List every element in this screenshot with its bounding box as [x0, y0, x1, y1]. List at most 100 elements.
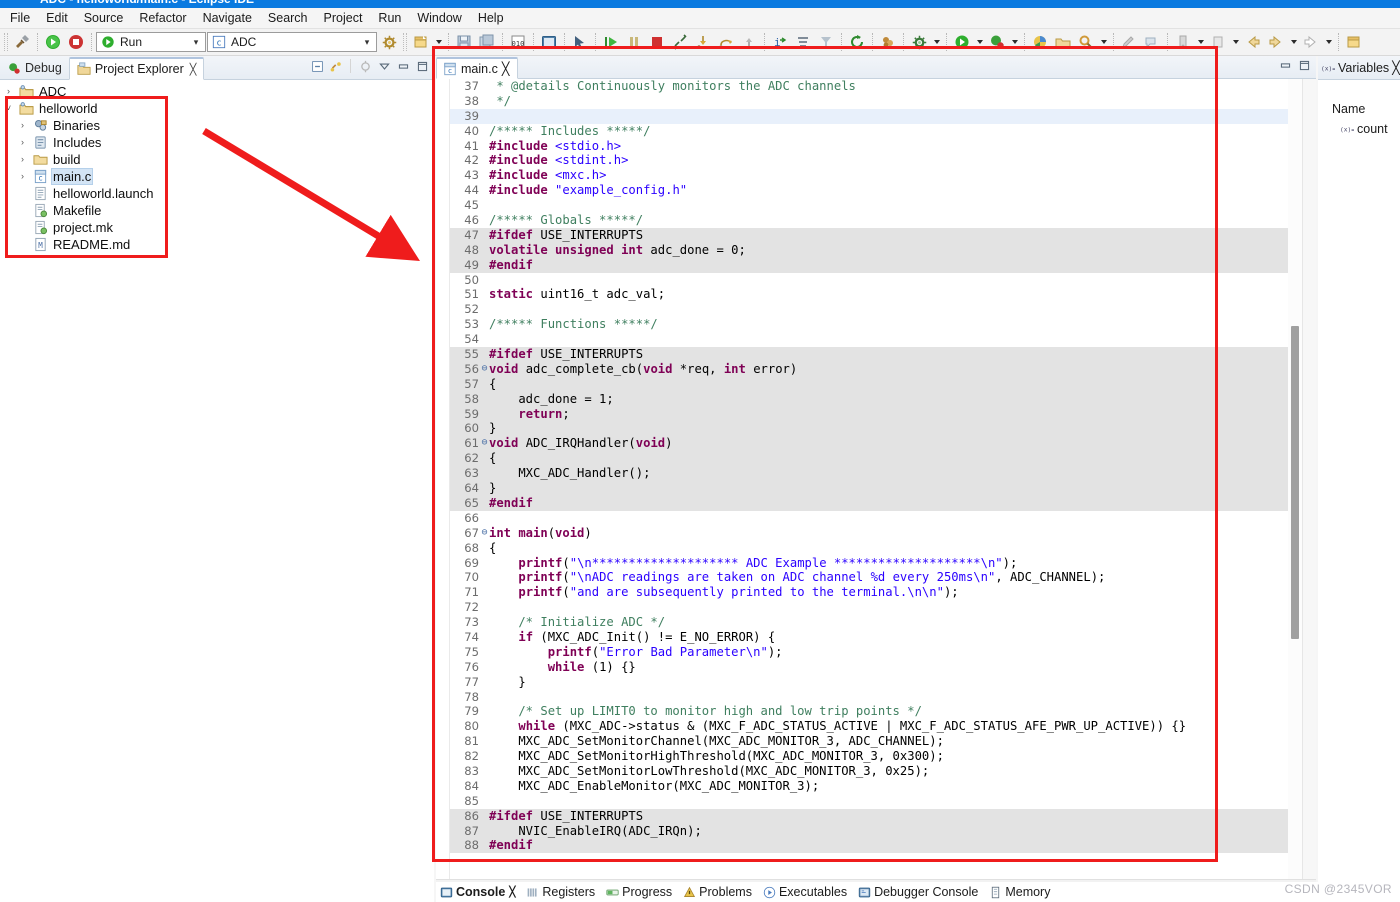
launch-config-combo[interactable]: Run ▾: [96, 32, 206, 52]
terminate-button[interactable]: [646, 31, 668, 53]
code-line[interactable]: 41 #include <stdio.h>: [450, 139, 1288, 154]
chevron-right-icon[interactable]: ›: [16, 155, 29, 164]
code-line[interactable]: 71 printf("and are subsequently printed …: [450, 585, 1288, 600]
source-lines[interactable]: 37 * @details Continuously monitors the …: [450, 79, 1288, 879]
preferences-dropdown-icon[interactable]: [931, 31, 942, 53]
resume-button[interactable]: [600, 31, 622, 53]
new-file-dropdown-icon[interactable]: [433, 31, 444, 53]
close-icon[interactable]: ╳: [190, 63, 197, 76]
code-line[interactable]: 86 #ifdef USE_INTERRUPTS: [450, 808, 1288, 824]
code-line[interactable]: 72: [450, 600, 1288, 615]
tab-debug[interactable]: Debug: [0, 56, 69, 79]
tree-item-adc[interactable]: › ADC: [0, 83, 434, 100]
maximize-icon[interactable]: [414, 58, 430, 74]
save-button[interactable]: [453, 31, 475, 53]
code-line[interactable]: 64}: [450, 481, 1288, 496]
debug-as-dropdown-icon[interactable]: [1009, 31, 1020, 53]
code-line[interactable]: 53 /***** Functions *****/: [450, 317, 1288, 332]
menu-item-search[interactable]: Search: [260, 9, 316, 27]
marker-gutter[interactable]: [436, 79, 450, 879]
memory-button[interactable]: [877, 31, 899, 53]
code-area[interactable]: 37 * @details Continuously monitors the …: [436, 79, 1316, 879]
code-line[interactable]: 65 #endif: [450, 495, 1288, 511]
scrollbar-thumb[interactable]: [1291, 326, 1299, 639]
minimize-icon[interactable]: [395, 58, 411, 74]
code-line[interactable]: 81 MXC_ADC_SetMonitorChannel(MXC_ADC_MON…: [450, 734, 1288, 749]
back-button[interactable]: [1242, 31, 1264, 53]
code-line[interactable]: 42 #include <stdint.h>: [450, 153, 1288, 168]
step-return-button[interactable]: [738, 31, 760, 53]
menu-item-help[interactable]: Help: [470, 9, 512, 27]
pencil-icon[interactable]: [1118, 31, 1140, 53]
next-annotation-button[interactable]: [1300, 31, 1322, 53]
code-line[interactable]: 58 adc_done = 1;: [450, 391, 1288, 407]
code-line[interactable]: 56 ⊖ void adc_complete_cb(void *req, int e…: [450, 361, 1288, 377]
code-line[interactable]: 51 static uint16_t adc_val;: [450, 287, 1288, 302]
code-line[interactable]: 74 if (MXC_ADC_Init() != E_NO_ERROR) {: [450, 630, 1288, 645]
menu-item-project[interactable]: Project: [316, 9, 371, 27]
code-line[interactable]: 46 /***** Globals *****/: [450, 213, 1288, 228]
code-line[interactable]: 37 * @details Continuously monitors the …: [450, 79, 1288, 94]
code-line[interactable]: 47 #ifdef USE_INTERRUPTS: [450, 227, 1288, 243]
code-line[interactable]: 87 NVIC_EnableIRQ(ADC_IRQn);: [450, 823, 1288, 839]
code-line[interactable]: 80 while (MXC_ADC->status & (MXC_F_ADC_S…: [450, 719, 1288, 734]
chevron-down-icon[interactable]: ▾: [189, 37, 203, 48]
bottom-tab-console[interactable]: Console ╳: [436, 885, 522, 899]
chevron-right-icon[interactable]: ›: [16, 121, 29, 130]
code-line[interactable]: 85: [450, 794, 1288, 809]
new-file-button[interactable]: [410, 31, 432, 53]
code-line[interactable]: 88 #endif: [450, 838, 1288, 854]
code-line[interactable]: 76 while (1) {}: [450, 660, 1288, 675]
menu-item-refactor[interactable]: Refactor: [131, 9, 194, 27]
menu-item-source[interactable]: Source: [76, 9, 132, 27]
step-over-button[interactable]: [715, 31, 737, 53]
close-icon[interactable]: ╳: [1392, 60, 1400, 75]
maximize-icon[interactable]: [1298, 59, 1311, 75]
overview-ruler[interactable]: [1302, 79, 1316, 879]
tree-item-helloworld[interactable]: ˅ helloworld: [0, 100, 434, 117]
code-line[interactable]: 75 printf("Error Bad Parameter\n");: [450, 645, 1288, 660]
code-line[interactable]: 61 ⊖ void ADC_IRQHandler(void): [450, 436, 1288, 452]
bookmark-icon[interactable]: [1172, 31, 1194, 53]
code-line[interactable]: 66: [450, 511, 1288, 526]
back-dropdown-icon[interactable]: [1288, 31, 1299, 53]
code-line[interactable]: 57 {: [450, 376, 1288, 392]
code-line[interactable]: 60}: [450, 421, 1288, 437]
build-all-button[interactable]: 010: [507, 31, 529, 53]
code-line[interactable]: 83 MXC_ADC_SetMonitorLowThreshold(MXC_AD…: [450, 764, 1288, 779]
fold-toggle-icon[interactable]: ⊖: [480, 526, 489, 541]
fold-toggle-icon[interactable]: ⊖: [480, 436, 489, 451]
suspend-button[interactable]: [623, 31, 645, 53]
disconnect-button[interactable]: [669, 31, 691, 53]
code-line[interactable]: 40 /***** Includes *****/: [450, 124, 1288, 139]
save-all-button[interactable]: [476, 31, 498, 53]
chevron-right-icon[interactable]: ›: [16, 172, 29, 181]
code-line[interactable]: 84 MXC_ADC_EnableMonitor(MXC_ADC_MONITOR…: [450, 779, 1288, 794]
last-edit-dropdown-icon[interactable]: [1230, 31, 1241, 53]
open-perspective-button[interactable]: [1029, 31, 1051, 53]
run-as-button[interactable]: [951, 31, 973, 53]
search-dropdown-icon[interactable]: [1098, 31, 1109, 53]
code-line[interactable]: 73 /* Initialize ADC */: [450, 615, 1288, 630]
code-line[interactable]: 78: [450, 690, 1288, 705]
minimize-icon[interactable]: [1279, 59, 1292, 75]
code-line[interactable]: 48 volatile unsigned int adc_done = 0;: [450, 242, 1288, 258]
menu-item-window[interactable]: Window: [409, 9, 469, 27]
code-line[interactable]: 70 printf("\nADC readings are taken on A…: [450, 570, 1288, 585]
stop-button[interactable]: [65, 31, 87, 53]
toolbar-grip[interactable]: [4, 33, 8, 51]
code-line[interactable]: 59 return;: [450, 406, 1288, 422]
debug-as-button[interactable]: [986, 31, 1008, 53]
gear-icon[interactable]: [378, 31, 400, 53]
code-line[interactable]: 38 */: [450, 94, 1288, 109]
code-line[interactable]: 45: [450, 198, 1288, 213]
code-line[interactable]: 79 /* Set up LIMIT0 to monitor high and …: [450, 704, 1288, 719]
chevron-down-icon[interactable]: ˅: [2, 104, 15, 113]
bottom-tab-executables[interactable]: Executables: [759, 885, 854, 899]
menu-item-navigate[interactable]: Navigate: [195, 9, 260, 27]
code-line[interactable]: 82 MXC_ADC_SetMonitorHighThreshold(MXC_A…: [450, 749, 1288, 764]
chevron-right-icon[interactable]: ›: [16, 138, 29, 147]
bottom-tab-memory[interactable]: Memory: [985, 885, 1057, 899]
code-line[interactable]: 49 #endif: [450, 257, 1288, 273]
code-line[interactable]: 54: [450, 332, 1288, 347]
